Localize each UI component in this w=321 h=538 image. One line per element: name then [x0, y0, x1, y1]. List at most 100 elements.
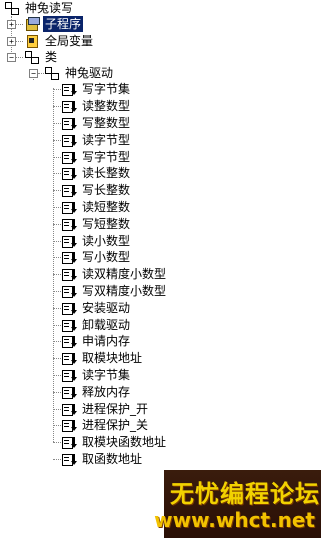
method-item[interactable]: 进程保护_关 [61, 417, 150, 433]
method-icon [61, 267, 77, 281]
method-icon [61, 116, 77, 130]
method-item[interactable]: 取模块地址 [61, 350, 144, 366]
method-icon [61, 318, 77, 332]
method-icon [61, 368, 77, 382]
method-icon [61, 385, 77, 399]
method-icon [61, 334, 77, 348]
method-label: 写字节集 [82, 82, 131, 96]
method-label: 写整数型 [82, 116, 131, 130]
method-item[interactable]: 读双精度小数型 [61, 266, 168, 282]
tree-root-label: 神兔读写 [25, 1, 74, 15]
method-icon [61, 402, 77, 416]
method-label: 读短整数 [82, 200, 131, 214]
tree-line [53, 341, 61, 342]
method-item[interactable]: 读长整数 [61, 165, 132, 181]
tree-line [53, 274, 61, 275]
method-icon [61, 183, 77, 197]
method-icon [61, 200, 77, 214]
method-item[interactable]: 读字节型 [61, 132, 132, 148]
tree-line [53, 224, 61, 225]
tree-item-globals[interactable]: 全局变量 [24, 33, 95, 49]
tree-root[interactable]: 神兔读写 [4, 0, 75, 16]
method-item[interactable]: 申请内存 [61, 333, 132, 349]
method-label: 写短整数 [82, 217, 131, 231]
method-item[interactable]: 写小数型 [61, 249, 132, 265]
tree-line [53, 173, 61, 174]
tree-line [53, 106, 61, 107]
tree-line [53, 442, 61, 443]
tree-item-sub-program-label: 子程序 [43, 16, 84, 32]
method-icon [61, 133, 77, 147]
method-icon [61, 284, 77, 298]
method-item[interactable]: 读短整数 [61, 199, 132, 215]
project-tree: 神兔读写 + 子程序 + 全局变量 − 类 − 神兔驱动 写字节集 读整数型 写… [0, 0, 321, 538]
method-label: 读整数型 [82, 99, 131, 113]
method-icon [61, 234, 77, 248]
method-item[interactable]: 取模块函数地址 [61, 434, 168, 450]
method-icon [61, 418, 77, 432]
method-icon [61, 82, 77, 96]
method-item[interactable]: 读小数型 [61, 233, 132, 249]
tree-line [53, 392, 61, 393]
tree-line [53, 459, 61, 460]
collapse-glyph: − [31, 69, 36, 78]
tree-line [53, 409, 61, 410]
method-item[interactable]: 写双精度小数型 [61, 283, 168, 299]
method-label: 读字节集 [82, 368, 131, 382]
method-icon [61, 452, 77, 466]
tree-line [53, 88, 54, 442]
tree-line [16, 57, 23, 58]
method-label: 卸载驱动 [82, 318, 131, 332]
site-watermark: 无忧编程论坛 www.whct.net [154, 470, 321, 538]
method-item[interactable]: 取函数地址 [61, 451, 144, 467]
method-item[interactable]: 释放内存 [61, 384, 132, 400]
tree-line [16, 24, 23, 25]
global-variable-icon [24, 34, 40, 48]
expand-glyph: + [9, 20, 14, 29]
method-item[interactable]: 写字节集 [61, 81, 132, 97]
method-label: 写长整数 [82, 183, 131, 197]
expand-toggle-sub-program[interactable]: + [7, 20, 16, 29]
tree-line [16, 41, 23, 42]
method-item[interactable]: 进程保护_开 [61, 401, 150, 417]
tree-line [53, 257, 61, 258]
watermark-url: www.whct.net [154, 508, 315, 532]
method-item[interactable]: 写长整数 [61, 182, 132, 198]
tree-item-class[interactable]: 神兔驱动 [44, 65, 115, 81]
tree-line [53, 291, 61, 292]
method-label: 取模块函数地址 [82, 435, 167, 449]
method-item[interactable]: 安装驱动 [61, 300, 132, 316]
method-label: 取函数地址 [82, 452, 143, 466]
class-icon [44, 66, 60, 80]
tree-item-classes[interactable]: 类 [24, 49, 59, 65]
method-item[interactable]: 写整数型 [61, 115, 132, 131]
method-icon [61, 99, 77, 113]
tree-line [53, 375, 61, 376]
method-label: 安装驱动 [82, 301, 131, 315]
watermark-title: 无忧编程论坛 [170, 479, 320, 508]
method-label: 读长整数 [82, 166, 131, 180]
method-item[interactable]: 写短整数 [61, 216, 132, 232]
collapse-toggle-classes[interactable]: − [7, 53, 16, 62]
method-label: 释放内存 [82, 385, 131, 399]
method-item[interactable]: 读整数型 [61, 98, 132, 114]
tree-line [53, 140, 61, 141]
tree-item-sub-program[interactable]: 子程序 [24, 16, 84, 32]
method-label: 读字节型 [82, 133, 131, 147]
tree-item-class-label: 神兔驱动 [65, 66, 114, 80]
expand-toggle-globals[interactable]: + [7, 37, 16, 46]
method-item[interactable]: 写字节型 [61, 149, 132, 165]
method-label: 写双精度小数型 [82, 284, 167, 298]
tree-line [53, 325, 61, 326]
method-label: 取模块地址 [82, 351, 143, 365]
collapse-toggle-class[interactable]: − [29, 69, 38, 78]
expand-glyph: + [9, 37, 14, 46]
method-item[interactable]: 读字节集 [61, 367, 132, 383]
tree-line [53, 190, 61, 191]
tree-line [53, 89, 61, 90]
method-item[interactable]: 卸载驱动 [61, 317, 132, 333]
method-label: 读双精度小数型 [82, 267, 167, 281]
tree-item-globals-label: 全局变量 [45, 34, 94, 48]
tree-line [53, 157, 61, 158]
method-icon [61, 166, 77, 180]
